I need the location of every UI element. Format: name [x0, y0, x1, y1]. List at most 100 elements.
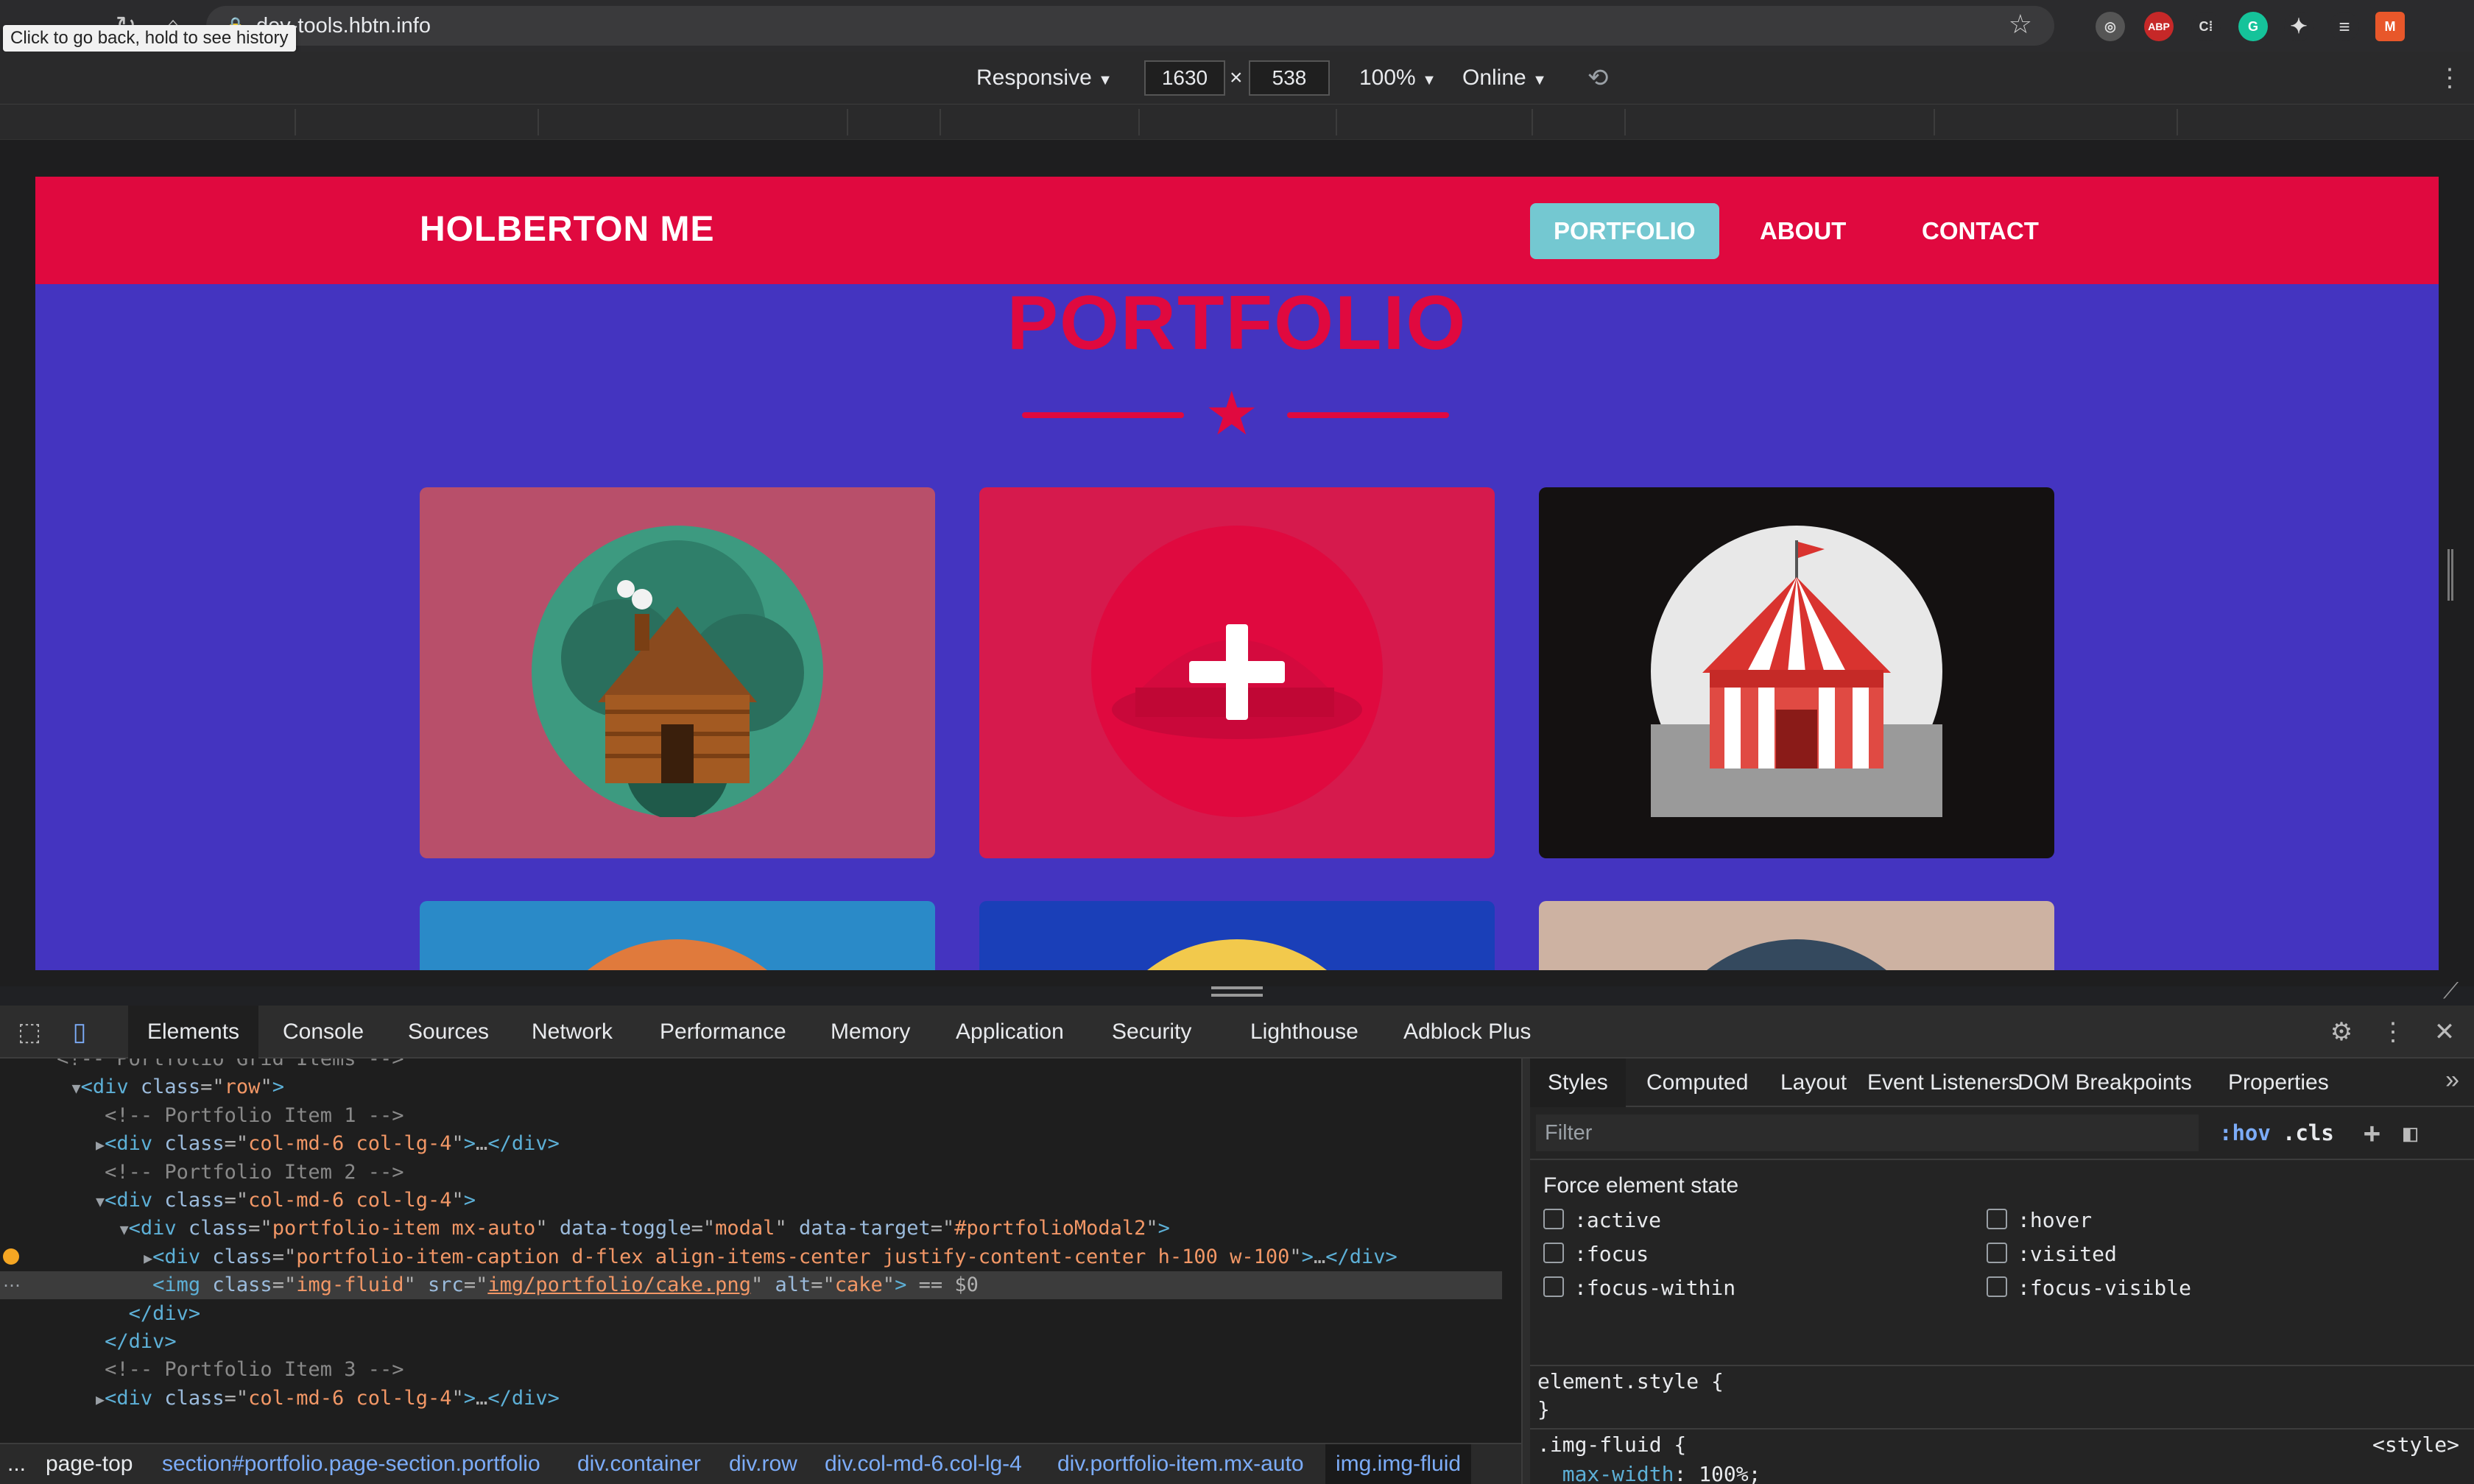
nav-link-contact[interactable]: CONTACT [1898, 203, 2062, 259]
grammarly-icon[interactable]: G [2238, 12, 2268, 41]
inspect-element-icon[interactable]: ⬚ [13, 1016, 46, 1048]
breadcrumb-item[interactable]: section#portfolio.page-section.portfolio [162, 1444, 540, 1484]
cls-toggle[interactable]: .cls [2283, 1114, 2334, 1151]
breadcrumb-item[interactable]: img.img-fluid [1325, 1444, 1472, 1484]
dom-node-line[interactable]: <!-- Portfolio Item 2 --> [0, 1159, 1502, 1187]
styles-tab-computed[interactable]: Computed [1629, 1059, 1766, 1107]
force-state-focus[interactable]: :focus [1543, 1240, 1649, 1269]
dom-node-line[interactable]: ▶<div class="col-md-6 col-lg-4">…</div> [0, 1385, 1502, 1413]
devtools-tab-memory[interactable]: Memory [811, 1006, 929, 1059]
devtools-tab-application[interactable]: Application [937, 1006, 1083, 1059]
nav-link-portfolio[interactable]: PORTFOLIO [1530, 203, 1719, 259]
devtools-tab-lighthouse[interactable]: Lighthouse [1231, 1006, 1378, 1059]
rotate-icon[interactable]: ⟲ [1587, 62, 1609, 94]
devtools-tab-console[interactable]: Console [264, 1006, 383, 1059]
line-ellipsis-icon[interactable]: ⋯ [3, 1275, 21, 1296]
device-mode-dropdown[interactable]: Responsive ▼ [976, 62, 1113, 96]
dom-node-line[interactable]: <img class="img-fluid" src="img/portfoli… [0, 1271, 1502, 1300]
dom-node-line[interactable]: ▶<div class="col-md-6 col-lg-4">…</div> [0, 1130, 1502, 1158]
devtools-menu-icon[interactable]: ⋮ [2377, 1016, 2409, 1048]
dom-node-line[interactable]: <!-- Portfolio Item 1 --> [0, 1102, 1502, 1130]
device-toggle-icon[interactable]: ▯ [63, 1016, 96, 1048]
portfolio-item-4[interactable] [420, 901, 935, 970]
force-state-hover[interactable]: :hover [1987, 1206, 2092, 1235]
checkbox[interactable] [1543, 1243, 1564, 1263]
styles-tab-styles[interactable]: Styles [1530, 1059, 1626, 1107]
devtools-tab-performance[interactable]: Performance [641, 1006, 806, 1059]
extensions-puzzle-icon[interactable]: ✦ [2284, 12, 2313, 41]
breadcrumb-item[interactable]: div.row [729, 1444, 797, 1484]
dom-node-line[interactable]: <!-- Portfolio Grid Items --> [0, 1059, 1502, 1073]
css-property-row[interactable]: max-width: 100%; [1537, 1460, 1761, 1484]
close-devtools-icon[interactable]: ✕ [2428, 1016, 2461, 1048]
viewport-resize-grip[interactable] [2447, 549, 2453, 601]
expand-toggle-icon[interactable]: ▼ [120, 1220, 129, 1238]
dom-node-line[interactable]: ▶<div class="portfolio-item-caption d-fl… [0, 1243, 1502, 1271]
devtools-tab-elements[interactable]: Elements [128, 1006, 259, 1059]
panel-divider[interactable] [1521, 1059, 1530, 1484]
checkbox[interactable] [1987, 1276, 2007, 1297]
devtools-tab-sources[interactable]: Sources [389, 1006, 508, 1059]
breadcrumb-item[interactable]: div.portfolio-item.mx-auto [1057, 1444, 1304, 1484]
expand-toggle-icon[interactable]: ▶ [96, 1391, 105, 1408]
force-state-active[interactable]: :active [1543, 1206, 1661, 1235]
expand-toggle-icon[interactable]: ▶ [96, 1136, 105, 1153]
expand-toggle-icon[interactable]: ▼ [96, 1192, 105, 1210]
dom-node-line[interactable]: </div> [0, 1300, 1502, 1328]
viewport-width-input[interactable]: 1630 [1144, 60, 1225, 96]
network-throttle-dropdown[interactable]: Online ▼ [1462, 62, 1547, 96]
portfolio-item-cabin[interactable] [420, 487, 935, 858]
checkbox[interactable] [1543, 1209, 1564, 1229]
styles-tab-dom-breakpoints[interactable]: DOM Breakpoints [2000, 1059, 2210, 1107]
portfolio-item-cake[interactable] [979, 487, 1495, 858]
more-options-icon[interactable]: ⋮ [2437, 62, 2462, 94]
portfolio-item-5[interactable] [979, 901, 1495, 970]
dom-node-line[interactable]: ▼<div class="row"> [0, 1073, 1502, 1101]
nav-link-about[interactable]: ABOUT [1736, 203, 1869, 259]
checkbox[interactable] [1543, 1276, 1564, 1297]
force-state-visited[interactable]: :visited [1987, 1240, 2117, 1269]
ruler-tick [2177, 109, 2178, 135]
expand-toggle-icon[interactable]: ▶ [144, 1249, 152, 1267]
new-rule-plus-icon[interactable]: + [2364, 1114, 2380, 1151]
dom-node-line[interactable]: <!-- Portfolio Item 3 --> [0, 1356, 1502, 1384]
devtools-resize-handle[interactable] [1211, 986, 1263, 997]
dom-node-line[interactable]: </div> [0, 1328, 1502, 1356]
rule-selector[interactable]: .img-fluid { [1537, 1431, 1686, 1459]
dom-node-line[interactable]: ▼<div class="col-md-6 col-lg-4"> [0, 1187, 1502, 1215]
adblock-plus-icon[interactable]: ABP [2144, 12, 2174, 41]
devtools-tab-network[interactable]: Network [512, 1006, 632, 1059]
styles-tab-properties[interactable]: Properties [2210, 1059, 2347, 1107]
address-bar[interactable]: 🔒 dev-tools.hbtn.info ☆ [206, 6, 2054, 46]
settings-gear-icon[interactable]: ⚙ [2325, 1016, 2358, 1048]
breadcrumb-ellipsis[interactable]: ... [7, 1444, 26, 1484]
styles-filter-input[interactable]: Filter [1536, 1114, 2199, 1151]
portfolio-item-6[interactable] [1539, 901, 2054, 970]
checkbox[interactable] [1987, 1209, 2007, 1229]
force-state-focus-within[interactable]: :focus-within [1543, 1273, 1735, 1303]
breadcrumb-item[interactable]: div.container [577, 1444, 701, 1484]
extension-c-icon[interactable]: C⁞ [2191, 12, 2221, 41]
rule-source-link[interactable]: <style> [2372, 1431, 2459, 1459]
viewport-height-input[interactable]: 538 [1249, 60, 1330, 96]
element-style-open[interactable]: element.style { [1537, 1368, 1724, 1396]
checkbox[interactable] [1987, 1243, 2007, 1263]
reading-list-icon[interactable]: ≡ [2330, 12, 2359, 41]
incognito-extension-icon[interactable]: ◎ [2096, 12, 2125, 41]
site-brand[interactable]: HOLBERTON ME [420, 209, 714, 250]
devtools-tab-security[interactable]: Security [1093, 1006, 1210, 1059]
expand-toggle-icon[interactable]: ▼ [72, 1079, 81, 1097]
dom-node-line[interactable]: ▼<div class="portfolio-item mx-auto" dat… [0, 1215, 1502, 1243]
profile-extension-icon[interactable]: M [2375, 12, 2405, 41]
hov-toggle[interactable]: :hov [2219, 1114, 2271, 1151]
devtools-tab-adblock-plus[interactable]: Adblock Plus [1384, 1006, 1550, 1059]
breadcrumb-item[interactable]: page-top [46, 1444, 133, 1484]
force-state-focus-visible[interactable]: :focus-visible [1987, 1273, 2191, 1303]
portfolio-item-circus[interactable] [1539, 487, 2054, 858]
corner-resize-icon[interactable]: ⟋ [2443, 979, 2459, 1004]
bookmark-star-icon[interactable]: ☆ [2009, 9, 2032, 40]
toggle-sidebar-icon[interactable]: ◧ [2403, 1114, 2417, 1151]
zoom-dropdown[interactable]: 100% ▼ [1359, 62, 1437, 96]
breadcrumb-item[interactable]: div.col-md-6.col-lg-4 [825, 1444, 1022, 1484]
more-tabs-chevron-icon[interactable]: » [2445, 1066, 2459, 1095]
